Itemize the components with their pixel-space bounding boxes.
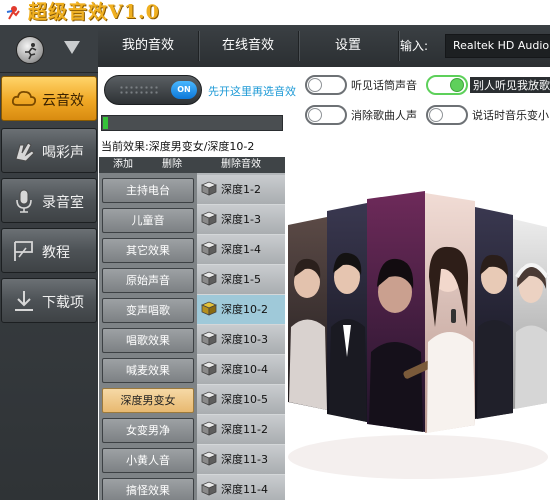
preset-name: 深度11-3 [221, 453, 268, 466]
title-bar: 超级音效V1.0 [0, 0, 550, 25]
sidebar-item-studio[interactable]: 录音室 [1, 178, 97, 223]
switch-knob [308, 78, 322, 92]
preset-item[interactable]: 深度10-4 [197, 355, 285, 385]
book-icon [200, 211, 218, 226]
preset-item[interactable]: 深度10-3 [197, 325, 285, 355]
input-device-label: 输入: [400, 39, 429, 53]
add-header[interactable]: 添加 [99, 157, 147, 173]
preset-item[interactable]: 深度1-5 [197, 265, 285, 295]
effect-category-button[interactable]: 唱歌效果 [102, 328, 194, 353]
applause-icon [15, 142, 35, 162]
level-meter-fill [103, 117, 108, 129]
book-icon [200, 451, 218, 466]
preset-name: 深度11-2 [221, 423, 268, 436]
preset-name: 深度10-2 [221, 303, 268, 316]
switch-knob [308, 108, 322, 122]
book-icon [200, 421, 218, 436]
preset-item[interactable]: 深度11-2 [197, 415, 285, 445]
input-device-select[interactable]: Realtek HD Audio Mi [445, 34, 550, 58]
tutorial-icon [14, 241, 33, 261]
preset-name: 深度1-4 [221, 243, 261, 256]
effect-category-button[interactable]: 小黄人音 [102, 448, 194, 473]
microphone-icon [16, 189, 32, 213]
effect-category-button[interactable]: 深度男变女 [102, 388, 194, 413]
sidebar-item-label: 喝彩声 [42, 145, 84, 161]
singers-banner-image [285, 127, 550, 500]
master-toggle[interactable]: ON [104, 75, 202, 105]
app-window: 超级音效V1.0 云音效 喝彩声 录音室 教程 下载项 我的音效 在线音效 设置… [0, 0, 550, 500]
preset-name: 深度1-3 [221, 213, 261, 226]
book-gold-icon [200, 301, 218, 316]
effect-category-button[interactable]: 儿童音 [102, 208, 194, 233]
current-effect-label: 当前效果:深度男变女/深度10-2 [101, 138, 285, 156]
book-icon [200, 391, 218, 406]
effect-category-button[interactable]: 原始声音 [102, 268, 194, 293]
book-icon [200, 181, 218, 196]
preset-item[interactable]: 深度1-2 [197, 175, 285, 205]
effect-category-button[interactable]: 搞怪效果 [102, 478, 194, 500]
master-hint: 先开这里再选音效 [208, 85, 296, 98]
switch-label: 听见话筒声音 [351, 79, 417, 92]
toggle-grip [119, 85, 159, 95]
book-icon [200, 481, 218, 496]
preset-name: 深度1-2 [221, 183, 261, 196]
effect-category-button[interactable]: 喊麦效果 [102, 358, 194, 383]
switch-knob [429, 108, 443, 122]
preset-name: 深度11-4 [221, 483, 268, 496]
effect-category-button[interactable]: 主持电台 [102, 178, 194, 203]
switch-label: 消除歌曲人声 [351, 109, 417, 122]
book-icon [200, 361, 218, 376]
book-icon [200, 271, 218, 286]
sidebar-item-tutorial[interactable]: 教程 [1, 228, 97, 273]
tab-settings[interactable]: 设置 [298, 25, 398, 67]
sidebar: 云音效 喝彩声 录音室 教程 下载项 [0, 25, 98, 500]
chevron-down-icon[interactable] [64, 41, 80, 54]
effect-category-button[interactable]: 女变男净 [102, 418, 194, 443]
preset-item[interactable]: 深度1-4 [197, 235, 285, 265]
runner-icon [25, 43, 37, 60]
effect-category-list: 主持电台儿童音其它效果原始声音变声唱歌唱歌效果喊麦效果深度男变女女变男净小黄人音… [99, 173, 197, 500]
tab-online-effects[interactable]: 在线音效 [198, 25, 298, 67]
preset-item[interactable]: 深度1-3 [197, 205, 285, 235]
app-logo-icon [6, 6, 20, 20]
preset-name: 深度1-5 [221, 273, 261, 286]
preset-name: 深度10-4 [221, 363, 268, 376]
sidebar-item-label: 录音室 [42, 195, 84, 211]
level-meter [101, 115, 283, 131]
sidebar-item-label: 下载项 [42, 295, 84, 311]
preset-name: 深度10-3 [221, 333, 268, 346]
book-icon [200, 241, 218, 256]
sidebar-item-cloud-effects[interactable]: 云音效 [1, 76, 97, 121]
sidebar-item-downloads[interactable]: 下载项 [1, 278, 97, 323]
delete-effect-header[interactable]: 删除音效 [197, 157, 285, 173]
sidebar-item-label: 教程 [42, 245, 70, 261]
preset-item[interactable]: 深度11-3 [197, 445, 285, 475]
top-nav: 我的音效 在线音效 设置 输入: Realtek HD Audio Mi [98, 25, 550, 67]
avatar[interactable] [16, 36, 44, 64]
effect-category-button[interactable]: 其它效果 [102, 238, 194, 263]
switch-knob [450, 78, 464, 92]
toggle-on-label: ON [171, 81, 197, 99]
effect-preset-list: 深度1-2 深度1-3 深度1-4 深度1-5 深度10-2 深度10-3 深度10-4 深度… [197, 173, 285, 500]
effect-list-header: 添加 删除 删除音效 [99, 157, 285, 173]
tab-my-effects[interactable]: 我的音效 [98, 25, 198, 67]
book-icon [200, 331, 218, 346]
cloud-icon [11, 90, 37, 106]
app-title: 超级音效V1.0 [28, 1, 160, 23]
delete-header[interactable]: 删除 [147, 157, 197, 173]
preset-item[interactable]: 深度11-4 [197, 475, 285, 500]
user-area [0, 25, 98, 73]
switch-label: 别人听见我放歌 [470, 77, 550, 93]
sidebar-item-applause[interactable]: 喝彩声 [1, 128, 97, 173]
effect-category-button[interactable]: 变声唱歌 [102, 298, 194, 323]
sidebar-item-label: 云音效 [42, 93, 84, 109]
tab-divider [398, 31, 399, 61]
preset-item[interactable]: 深度10-2 [197, 295, 285, 325]
preset-name: 深度10-5 [221, 393, 268, 406]
preset-item[interactable]: 深度10-5 [197, 385, 285, 415]
switch-label: 说话时音乐变小 [472, 109, 549, 122]
download-icon [15, 291, 33, 311]
